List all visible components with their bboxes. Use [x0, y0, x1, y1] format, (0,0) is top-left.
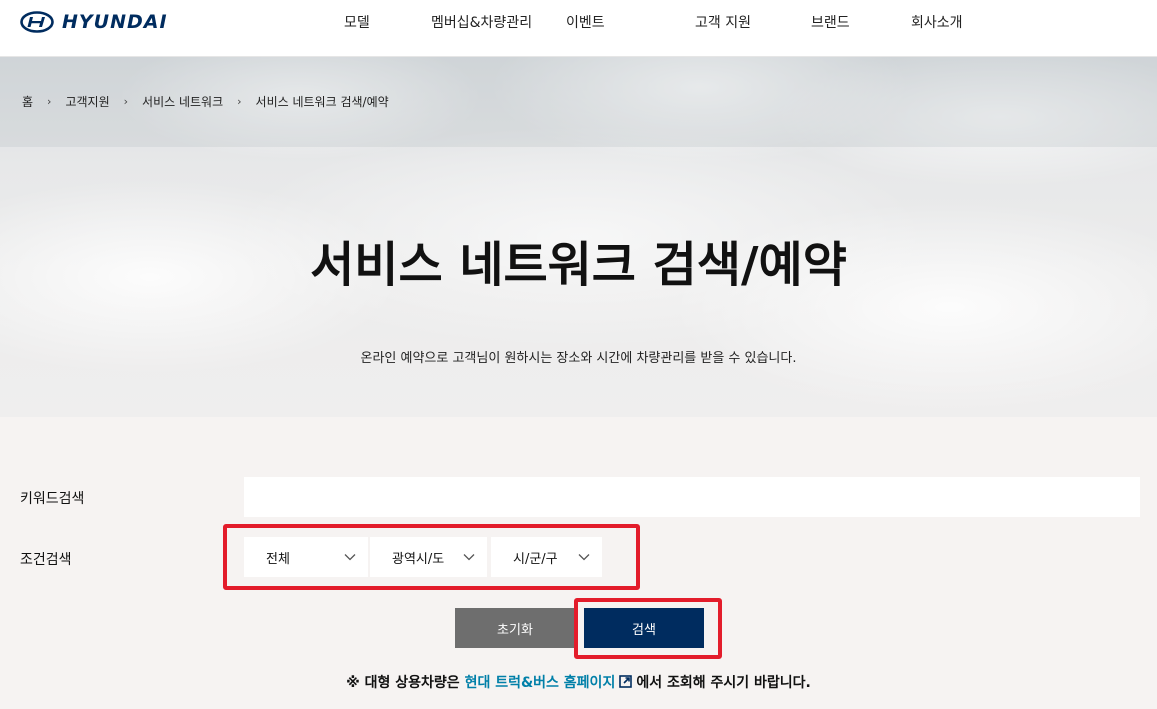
page-description: 온라인 예약으로 고객님이 원하시는 장소와 시간에 차량관리를 받을 수 있습…	[360, 351, 797, 366]
category-select[interactable]: 전체	[244, 537, 368, 577]
province-select-value: 광역시/도	[392, 551, 445, 567]
hyundai-logo[interactable]: HYUNDAI	[20, 10, 168, 34]
condition-label: 조건검색	[20, 552, 72, 568]
search-button[interactable]: 검색	[584, 608, 704, 648]
hero-banner: 홈 › 고객지원 › 서비스 네트워크 › 서비스 네트워크 검색/예약 서비스…	[0, 57, 1157, 417]
external-link-icon[interactable]	[619, 675, 633, 688]
chevron-right-icon: ›	[47, 95, 52, 108]
notice-prefix: ※ 대형 상용차량은	[346, 675, 460, 691]
reset-button[interactable]: 초기화	[455, 608, 575, 648]
chevron-down-icon	[578, 554, 590, 561]
nav-item-event[interactable]: 이벤트	[566, 12, 605, 32]
chevron-down-icon	[344, 554, 356, 561]
site-header: HYUNDAI 모델 멤버십&차량관리 이벤트 고객 지원 브랜드 회사소개	[0, 0, 1157, 57]
breadcrumb-customer-support[interactable]: 고객지원	[65, 93, 109, 110]
page-title: 서비스 네트워크 검색/예약	[310, 237, 847, 293]
commercial-vehicle-notice: ※ 대형 상용차량은 현대 트럭&버스 홈페이지 에서 조회해 주시기 바랍니다…	[0, 672, 1157, 692]
chevron-down-icon	[463, 554, 475, 561]
chevron-right-icon: ›	[237, 95, 242, 108]
keyword-label: 키워드검색	[20, 491, 85, 507]
breadcrumb: 홈 › 고객지원 › 서비스 네트워크 › 서비스 네트워크 검색/예약	[22, 93, 389, 110]
logo-text: HYUNDAI	[62, 11, 168, 33]
truck-bus-homepage-link[interactable]: 현대 트럭&버스 홈페이지	[465, 675, 616, 691]
nav-item-membership[interactable]: 멤버십&차량관리	[431, 12, 532, 32]
search-form: 키워드검색 조건검색 전체 광역시/도 시/군/구 초기화 검색 ※ 대형 상용…	[0, 417, 1157, 709]
keyword-input[interactable]	[244, 477, 1140, 517]
district-select[interactable]: 시/군/구	[491, 537, 602, 577]
breadcrumb-current: 서비스 네트워크 검색/예약	[255, 95, 389, 109]
province-select[interactable]: 광역시/도	[370, 537, 487, 577]
breadcrumb-service-network[interactable]: 서비스 네트워크	[142, 93, 223, 110]
chevron-right-icon: ›	[123, 95, 129, 108]
nav-item-model[interactable]: 모델	[344, 12, 370, 32]
nav-item-customer-support[interactable]: 고객 지원	[695, 12, 751, 32]
category-select-value: 전체	[266, 551, 290, 567]
nav-item-brand[interactable]: 브랜드	[811, 12, 850, 32]
notice-suffix: 에서 조회해 주시기 바랍니다.	[636, 675, 811, 691]
nav-item-company[interactable]: 회사소개	[911, 12, 963, 32]
breadcrumb-home[interactable]: 홈	[22, 93, 33, 110]
district-select-value: 시/군/구	[513, 551, 558, 567]
hyundai-logo-icon	[20, 11, 54, 33]
